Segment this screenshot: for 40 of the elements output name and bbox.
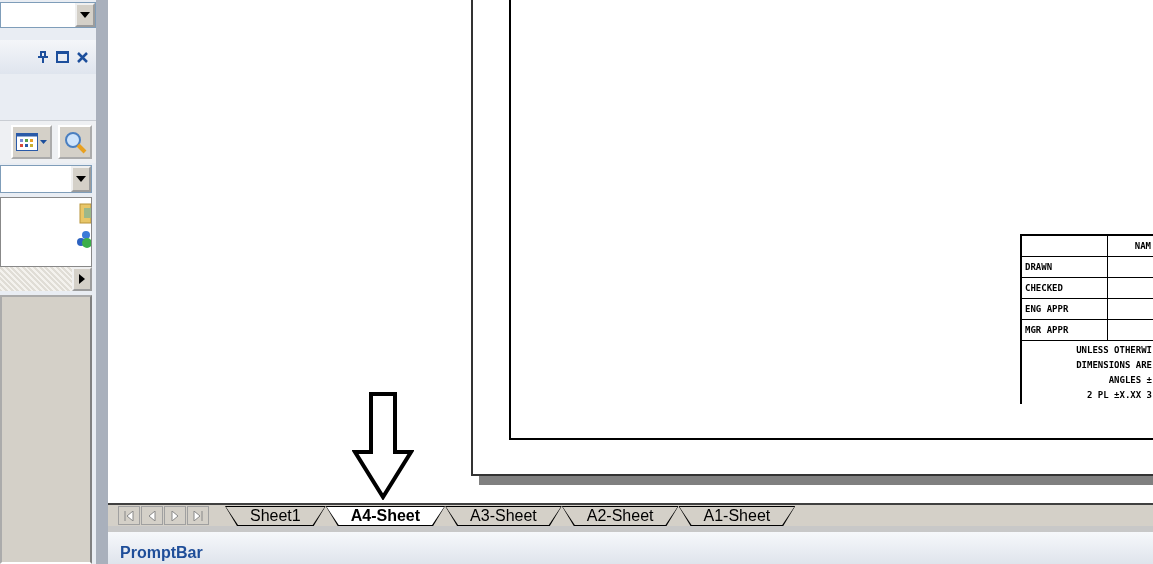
first-icon xyxy=(124,510,134,521)
caret-right-icon xyxy=(79,274,85,284)
grid-view-icon xyxy=(16,133,38,151)
scroll-right-button[interactable] xyxy=(72,267,92,291)
next-sheet-button[interactable] xyxy=(164,506,186,525)
view-button[interactable] xyxy=(11,125,52,159)
last-icon xyxy=(193,510,203,521)
sheet-tab[interactable]: A4-Sheet xyxy=(325,506,446,526)
caret-down-icon xyxy=(76,176,86,182)
dropdown-field[interactable] xyxy=(0,2,96,28)
dropdown-field[interactable] xyxy=(0,165,92,193)
column-header: NAM xyxy=(1108,236,1153,257)
maximize-icon[interactable] xyxy=(56,51,69,63)
close-icon[interactable] xyxy=(77,51,88,63)
previous-sheet-button[interactable] xyxy=(141,506,163,525)
sheet-tab[interactable]: A2-Sheet xyxy=(561,506,679,526)
dropdown-button[interactable] xyxy=(71,166,91,192)
tolerance-note: ANGLES ± xyxy=(1108,375,1152,385)
first-sheet-button[interactable] xyxy=(118,506,140,525)
caret-icon xyxy=(40,140,47,144)
caret-down-icon xyxy=(80,12,90,18)
network-icon[interactable] xyxy=(77,230,91,250)
search-button[interactable] xyxy=(58,125,92,159)
sheet-tab[interactable]: Sheet1 xyxy=(225,506,326,526)
tolerance-note: UNLESS OTHERWI xyxy=(1076,345,1152,355)
left-triangle-icon xyxy=(147,510,157,521)
row-label: MGR APPR xyxy=(1022,320,1108,341)
row-label: ENG APPR xyxy=(1022,299,1108,320)
tolerance-note: 2 PL ±X.XX 3 xyxy=(1086,390,1152,400)
right-triangle-icon xyxy=(170,510,180,521)
last-sheet-button[interactable] xyxy=(187,506,209,525)
dropdown-button[interactable] xyxy=(75,3,95,27)
sheet-tab[interactable]: A1-Sheet xyxy=(678,506,796,526)
search-icon xyxy=(63,130,87,154)
row-label: CHECKED xyxy=(1022,278,1108,299)
prompt-bar-title: PromptBar xyxy=(120,544,203,563)
tolerance-note: DIMENSIONS ARE xyxy=(1076,360,1152,370)
pin-icon[interactable] xyxy=(38,51,48,63)
sheet-tab[interactable]: A3-Sheet xyxy=(445,506,562,526)
row-label: DRAWN xyxy=(1022,257,1108,278)
